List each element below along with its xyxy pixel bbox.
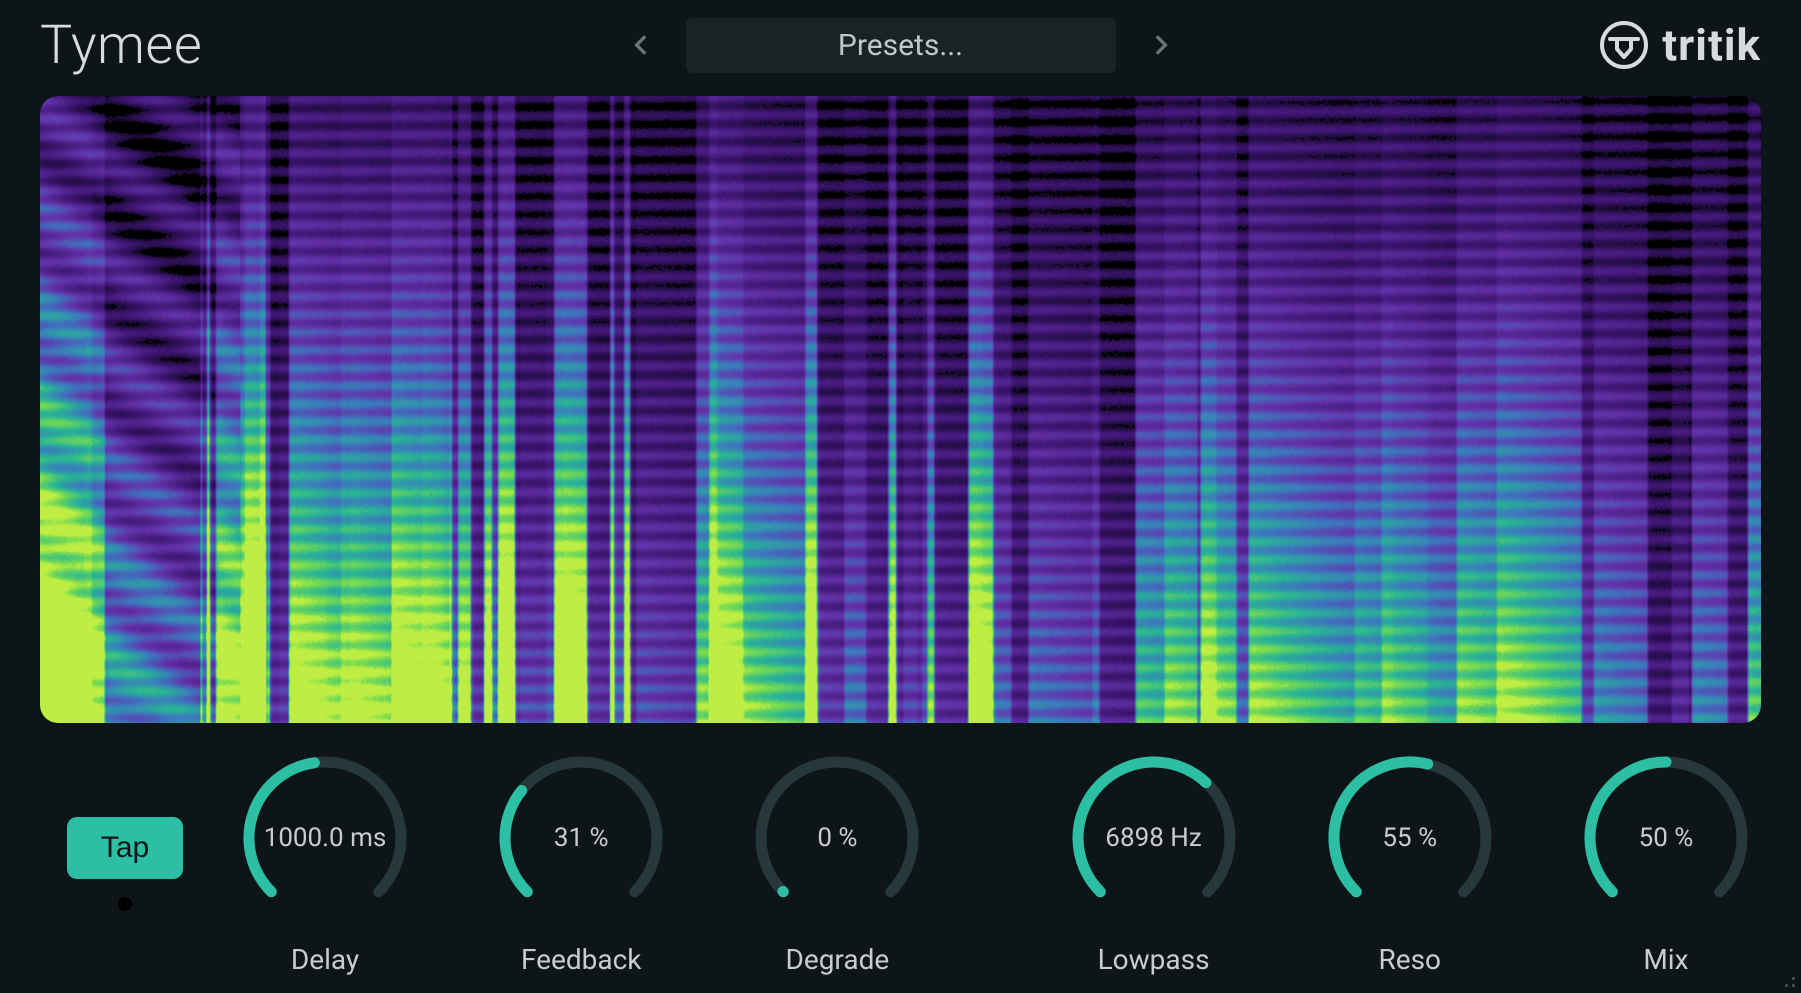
preset-navigator: Presets... xyxy=(624,18,1178,73)
preset-selector[interactable]: Presets... xyxy=(686,18,1116,73)
brand: tritik xyxy=(1600,19,1761,71)
knob-degrade[interactable]: 0 % Degrade xyxy=(752,753,922,976)
knob-mix[interactable]: 50 % Mix xyxy=(1581,753,1751,976)
preset-prev-button[interactable] xyxy=(624,27,660,63)
chevron-right-icon xyxy=(1147,32,1173,58)
knob-lowpass[interactable]: 6898 Hz Lowpass xyxy=(1069,753,1239,976)
plugin-title: Tymee xyxy=(40,14,202,77)
knob-mix-label: Mix xyxy=(1643,943,1688,976)
spectrogram-display[interactable] xyxy=(40,96,1761,723)
knob-feedback-label: Feedback xyxy=(521,943,641,976)
brand-name: tritik xyxy=(1662,19,1761,71)
resize-handle[interactable] xyxy=(1779,971,1795,987)
tap-tempo-button[interactable]: Tap xyxy=(67,817,183,879)
knob-delay-value: 1000.0 ms xyxy=(240,753,410,923)
knob-lowpass-value: 6898 Hz xyxy=(1069,753,1239,923)
brand-logo-icon xyxy=(1600,21,1648,69)
knob-reso-label: Reso xyxy=(1378,943,1441,976)
knob-reso-value: 55 % xyxy=(1325,753,1495,923)
knob-delay[interactable]: 1000.0 ms Delay xyxy=(240,753,410,976)
knob-delay-label: Delay xyxy=(291,943,359,976)
knob-mix-value: 50 % xyxy=(1581,753,1751,923)
knob-degrade-label: Degrade xyxy=(785,943,889,976)
chevron-left-icon xyxy=(629,32,655,58)
knob-feedback-value: 31 % xyxy=(496,753,666,923)
tap-tempo-led xyxy=(118,897,132,911)
knob-degrade-value: 0 % xyxy=(752,753,922,923)
preset-next-button[interactable] xyxy=(1142,27,1178,63)
knob-feedback[interactable]: 31 % Feedback xyxy=(496,753,666,976)
knob-reso[interactable]: 55 % Reso xyxy=(1325,753,1495,976)
knob-lowpass-label: Lowpass xyxy=(1098,943,1210,976)
